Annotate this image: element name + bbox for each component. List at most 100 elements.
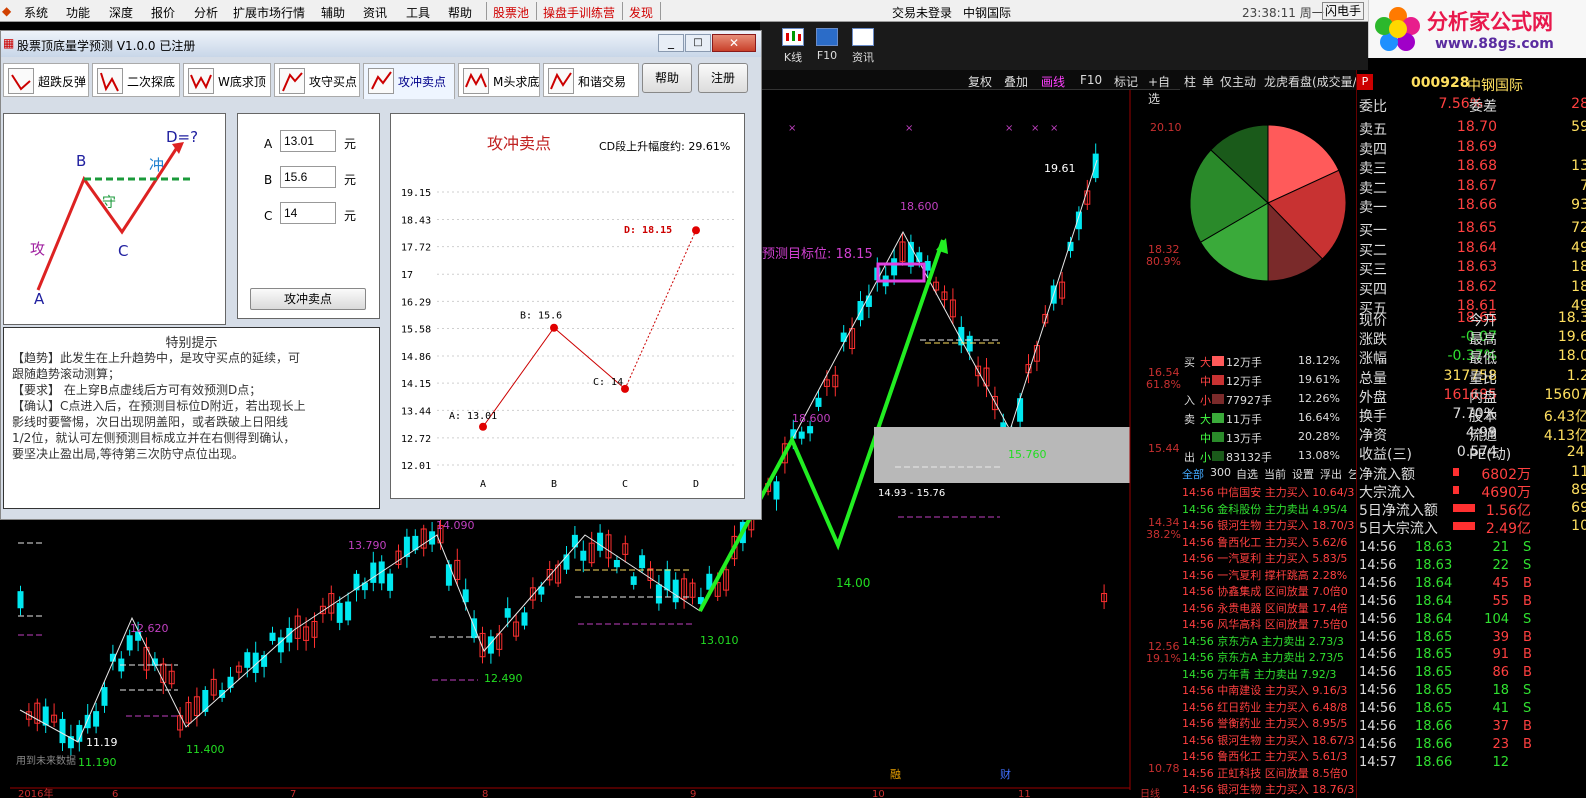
login-status[interactable]: 交易未登录 — [892, 4, 952, 21]
news-tab[interactable]: 浮出 — [1320, 466, 1342, 482]
mark-button[interactable]: 标记 — [1114, 73, 1138, 90]
news-item[interactable]: 14:56 协鑫集成 区间放量 7.0倍0 — [1182, 583, 1348, 599]
menu-info[interactable]: 资讯 — [363, 4, 387, 21]
chart-annotation: 11.190 — [78, 756, 117, 769]
news-item[interactable]: 14:56 中南建设 主力买入 9.16/3 — [1182, 682, 1347, 698]
minimize-button[interactable]: _ — [658, 34, 684, 52]
point-c-input[interactable] — [280, 202, 336, 224]
menu-help[interactable]: 帮助 — [448, 4, 472, 21]
news-tab[interactable]: 300 — [1210, 466, 1231, 479]
menu-function[interactable]: 功能 — [66, 4, 90, 21]
tips-title: 特别提示 — [165, 336, 218, 351]
close-button[interactable]: ✕ — [712, 34, 756, 52]
news-item[interactable]: 14:56 鲁西化工 主力买入 5.62/6 — [1182, 534, 1347, 550]
quote-row: 卖四 18.69 — [1359, 138, 1497, 158]
tick-row: 14:56 18.64 45 B — [1359, 575, 1532, 591]
point-a-input[interactable] — [280, 130, 336, 152]
quote-row: 卖二 18.67 7 — [1359, 177, 1586, 197]
w-bottom-icon — [188, 68, 214, 94]
news-item[interactable]: 14:56 银河生物 主力买入 18.67/3 — [1182, 732, 1354, 748]
tick-row: 14:56 18.63 22 S — [1359, 557, 1532, 573]
m-top-icon — [463, 68, 489, 94]
projection-chart: 19.15 18.43 17.72 17 16.29 15.58 14.86 14.15 13.… — [401, 188, 736, 490]
register-button[interactable]: 注册 — [698, 63, 748, 93]
news-item[interactable]: 14:56 红日药业 主力买入 6.48/8 — [1182, 699, 1347, 715]
news-item[interactable]: 14:56 誉衡药业 主力买入 8.95/5 — [1182, 715, 1347, 731]
news-tabs: 全部 300 自选 当前 设置 浮出乞 — [1180, 464, 1359, 482]
news-button[interactable]: 资讯 — [846, 26, 880, 66]
menu-trader-training[interactable]: 操盘手训练营 — [543, 4, 615, 21]
margin-marker: 融 — [890, 768, 901, 781]
menu-stock-pool[interactable]: 股票池 — [493, 4, 529, 21]
menu-analysis[interactable]: 分析 — [194, 4, 218, 21]
svg-text:×: × — [1050, 123, 1058, 134]
quote-row: 换手 7.70% 股本 6.43亿 — [1359, 406, 1586, 425]
f10-button[interactable]: F10 — [810, 26, 844, 66]
stock-code: 000928 — [1411, 75, 1470, 91]
dialog-titlebar[interactable]: ▦ 股票顶底量学预测 V1.0.0 已注册 _ □ ✕ — [1, 31, 761, 57]
tab-attack-sell[interactable]: 攻冲卖点 — [363, 63, 455, 99]
calculate-attack-sell-button[interactable]: 攻冲卖点 — [250, 288, 366, 310]
x-tick-label: C — [622, 479, 628, 490]
chart-f10-button[interactable]: F10 — [1080, 73, 1102, 87]
quote-row: 净资 4.99 流通 4.13亿 — [1359, 425, 1586, 445]
news-item[interactable]: 14:56 银河生物 主力买入 18.70/3 — [1182, 517, 1354, 533]
projection-chart-panel: 攻冲卖点 CD段上升幅度约: 29.61% 19.15 18.43 17.72 17 1… — [390, 113, 745, 499]
x-tick-label: D — [693, 479, 699, 490]
y-tick-label: 12.72 — [401, 434, 431, 445]
news-item[interactable]: 14:56 京东方A 主力卖出 2.73/5 — [1182, 649, 1344, 665]
help-button[interactable]: 帮助 — [642, 63, 692, 93]
tab-oversold-rebound[interactable]: 超跌反弹 — [3, 63, 89, 97]
menu-depth[interactable]: 深度 — [109, 4, 133, 21]
chart-annotation: 13.010 — [700, 634, 739, 647]
news-item[interactable]: 14:56 鲁西化工 主力买入 5.61/3 — [1182, 748, 1347, 764]
chart-annotation: 预测目标位: 18.15 — [762, 247, 873, 262]
menu-extended-market[interactable]: 扩展市场行情 — [233, 4, 305, 21]
news-item[interactable]: 14:56 一汽夏利 主力买入 5.83/5 — [1182, 550, 1347, 566]
menu-quote[interactable]: 报价 — [151, 4, 175, 21]
oversold-icon — [8, 68, 34, 94]
news-item[interactable]: 14:56 风华高科 区间放量 7.5倍0 — [1182, 616, 1348, 632]
point-b-input[interactable] — [280, 166, 336, 188]
flash-trade-button[interactable]: 闪电手 — [1322, 2, 1365, 20]
news-item[interactable]: 14:56 正虹科技 区间放量 8.5倍0 — [1182, 765, 1348, 781]
quote-row: 委比 7.56% 委差 28 — [1359, 96, 1586, 115]
news-item[interactable]: 14:56 万年青 主力卖出 7.92/3 — [1182, 666, 1336, 682]
date-axis-label: 2016年 — [18, 787, 53, 798]
menu-assist[interactable]: 辅助 — [321, 4, 345, 21]
news-tab[interactable]: 设置 — [1292, 466, 1314, 482]
quote-row: 现价 18.65 今开 18.3 — [1359, 310, 1586, 329]
tab-double-bottom[interactable]: 二次探底 — [92, 63, 180, 97]
logo-title: 分析家公式网 — [1427, 10, 1553, 34]
news-item[interactable]: 14:56 一汽夏利 撑杆跳高 2.28% — [1182, 567, 1347, 583]
news-tab[interactable]: 当前 — [1264, 466, 1286, 482]
quote-row: 净流入额 11 6802万 — [1359, 464, 1586, 483]
news-tab[interactable]: 全部 — [1182, 466, 1204, 482]
tick-row: 14:56 18.64 104 S — [1359, 611, 1532, 627]
tab-w-bottom[interactable]: W底求顶 — [183, 63, 271, 97]
menu-tools[interactable]: 工具 — [406, 4, 430, 21]
news-item[interactable]: 14:56 永贵电器 区间放量 17.4倍 — [1182, 600, 1348, 616]
adjust-button[interactable]: 复权 — [968, 73, 992, 90]
add-favorite-button[interactable]: +自选 — [1148, 73, 1180, 107]
menu-discover[interactable]: 发现 — [629, 4, 653, 21]
maximize-button[interactable]: □ — [685, 34, 711, 52]
tab-harmonic-trade[interactable]: 和谐交易 — [543, 63, 639, 97]
clock: 23:38:11 周一 — [1242, 6, 1324, 20]
news-item[interactable]: 14:56 银河生物 主力买入 18.76/3 — [1182, 781, 1354, 797]
menu-system[interactable]: 系统 — [24, 4, 48, 21]
news-item[interactable]: 14:56 中信国安 主力买入 10.64/3 — [1182, 484, 1354, 500]
fund-row: 入小 77927手 12.26% — [1184, 392, 1340, 407]
overlay-button[interactable]: 叠加 — [1004, 73, 1028, 90]
svg-text:×: × — [1005, 123, 1013, 134]
kline-button[interactable]: K线 — [776, 26, 810, 66]
news-tab[interactable]: 自选 — [1236, 466, 1258, 482]
news-item[interactable]: 14:56 金科股份 主力卖出 4.95/4 — [1182, 501, 1347, 517]
price-axis-label: 10.78 — [1148, 762, 1180, 775]
quote-row: 5日净流入额 69 1.56亿 — [1359, 500, 1586, 519]
news-item[interactable]: 14:56 京东方A 主力卖出 2.73/3 — [1182, 633, 1344, 649]
tab-m-top[interactable]: M头求底 — [458, 63, 540, 97]
app-icon[interactable]: ◆ — [2, 4, 11, 18]
tab-attack-defense-buy[interactable]: 攻守买点 — [274, 63, 360, 97]
draw-line-button[interactable]: 画线 — [1041, 73, 1065, 90]
